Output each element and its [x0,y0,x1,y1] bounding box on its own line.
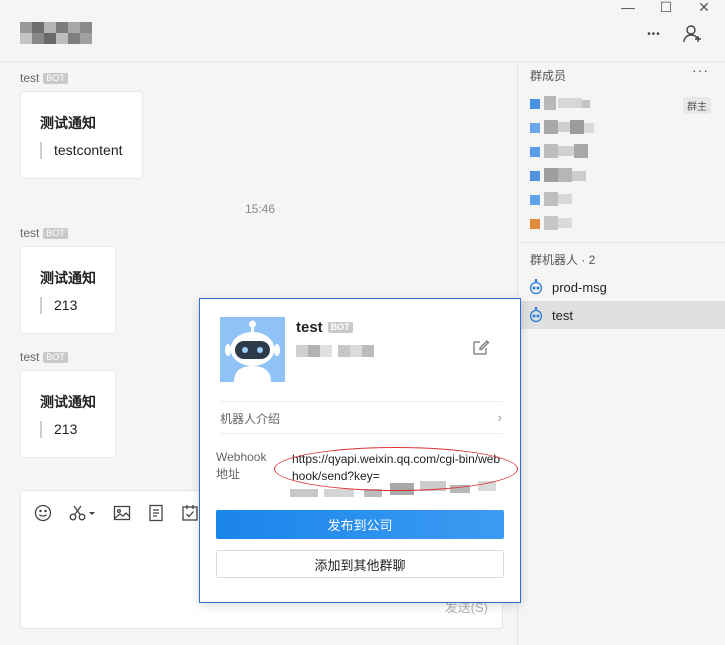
divider [519,242,725,243]
owner-tag: 群主 [683,97,711,114]
robot-intro-label: 机器人介绍 [220,412,281,426]
robot-avatar-icon [220,317,285,382]
robots-header: 群机器人 · 2 [530,253,596,267]
maximize-button[interactable]: ☐ [652,0,680,14]
robot-name: test [296,319,323,336]
timestamp: 15:46 [245,202,276,216]
document-icon [149,504,163,522]
edit-icon[interactable] [472,338,490,356]
add-member-button[interactable] [679,20,707,48]
members-header: 群成员 [530,69,567,83]
image-button[interactable] [111,502,133,524]
message-card[interactable]: 测试通知 testcontent [20,91,143,179]
message-card[interactable]: 测试通知 213 [20,246,116,334]
screenshot-button[interactable] [65,502,101,524]
card-content: 213 [40,421,77,438]
title-bar: — ☐ ✕ ••• [0,0,725,62]
sender-name: test [20,71,40,85]
message-sender: test BOT [20,350,68,364]
checklist-icon [182,505,198,521]
divider [220,433,502,434]
robot-icon [529,307,543,323]
member-item[interactable] [530,168,600,184]
member-item[interactable] [530,120,600,136]
robot-info-popup: test BOT 机器人介绍 › Webhook 地址 https://qyap… [199,298,521,603]
robot-item-prod-msg[interactable]: prod-msg [519,273,725,301]
webhook-label: Webhook 地址 [216,450,267,481]
group-side-panel: 群成员 ··· 群主 群机器人 · 2 prod-msg test [519,62,725,645]
task-button[interactable] [179,502,201,524]
message-sender: test BOT [20,71,68,85]
chat-title-redacted [20,22,92,44]
card-content: testcontent [40,142,123,159]
members-more-button[interactable]: ··· [692,62,709,78]
sender-name: test [20,226,40,240]
divider [220,401,502,402]
minimize-button[interactable]: — [614,0,642,14]
member-item[interactable] [530,96,600,112]
chevron-right-icon: › [497,410,502,425]
bot-badge: BOT [43,72,68,84]
publish-to-company-button[interactable]: 发布到公司 [216,510,504,539]
close-button[interactable]: ✕ [690,0,718,14]
bot-badge: BOT [43,227,68,239]
member-item[interactable] [530,192,600,208]
more-options-button[interactable]: ••• [640,20,668,48]
sender-name: test [20,350,40,364]
card-title: 测试通知 [40,394,96,410]
scissors-icon [69,505,95,521]
message-card[interactable]: 测试通知 213 [20,370,116,458]
robot-avatar [220,317,285,382]
robot-icon [529,279,543,295]
member-item[interactable] [530,216,600,232]
card-title: 测试通知 [40,270,96,286]
emoji-icon [34,504,52,522]
highlight-annotation [274,447,518,491]
bot-badge: BOT [43,351,68,363]
add-user-icon [683,25,701,43]
emoji-button[interactable] [32,502,54,524]
file-button[interactable] [145,502,167,524]
robot-name: test [552,307,573,323]
card-title: 测试通知 [40,115,96,131]
robot-item-test[interactable]: test [519,301,725,329]
robot-creator-redacted [296,345,376,357]
bot-badge: BOT [327,322,353,333]
robot-title: test BOT [296,319,353,336]
member-item[interactable] [530,144,600,160]
add-to-other-groups-button[interactable]: 添加到其他群聊 [216,550,504,578]
image-icon [113,505,131,521]
robot-name: prod-msg [552,279,607,295]
app-window: — ☐ ✕ ••• test BOT 测试通知 testcontent 15:4… [0,0,725,645]
card-content: 213 [40,297,77,314]
message-sender: test BOT [20,226,68,240]
robot-intro-row[interactable]: 机器人介绍 › [220,410,502,427]
